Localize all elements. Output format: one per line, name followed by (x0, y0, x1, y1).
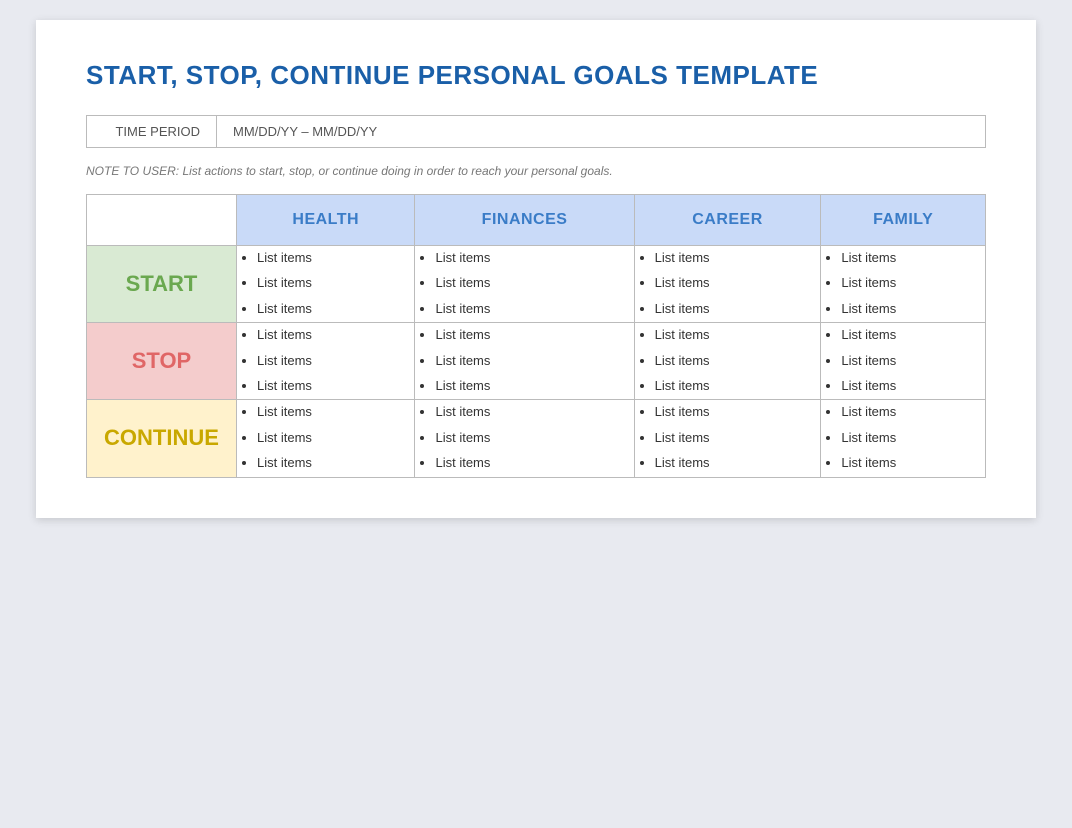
list-item: List items (435, 374, 633, 397)
list-item: List items (435, 297, 633, 320)
list-item: List items (841, 297, 985, 320)
list-start-3: List itemsList itemsList items (821, 246, 985, 320)
list-item: List items (655, 451, 821, 474)
list-item: List items (841, 374, 985, 397)
list-item: List items (655, 400, 821, 423)
list-item: List items (257, 297, 414, 320)
list-start-0: List itemsList itemsList items (237, 246, 414, 320)
list-item: List items (841, 246, 985, 269)
page-container: START, STOP, CONTINUE PERSONAL GOALS TEM… (36, 20, 1036, 518)
list-start-2: List itemsList itemsList items (635, 246, 821, 320)
list-item: List items (257, 451, 414, 474)
list-continue-0: List itemsList itemsList items (237, 400, 414, 474)
list-item: List items (655, 349, 821, 372)
goals-table: HEALTH FINANCES CAREER FAMILY STARTList … (86, 194, 986, 478)
list-item: List items (257, 323, 414, 346)
data-cell-continue-2[interactable]: List itemsList itemsList items (634, 400, 821, 477)
header-finances: FINANCES (415, 195, 634, 246)
table-row-stop: STOPList itemsList itemsList itemsList i… (87, 323, 986, 400)
page-title: START, STOP, CONTINUE PERSONAL GOALS TEM… (86, 60, 986, 91)
row-label-stop: STOP (87, 323, 237, 400)
data-cell-stop-1[interactable]: List itemsList itemsList items (415, 323, 634, 400)
time-period-row: TIME PERIOD MM/DD/YY – MM/DD/YY (86, 115, 986, 148)
table-row-start: STARTList itemsList itemsList itemsList … (87, 246, 986, 323)
data-cell-continue-1[interactable]: List itemsList itemsList items (415, 400, 634, 477)
data-cell-start-0[interactable]: List itemsList itemsList items (237, 246, 415, 323)
data-cell-stop-2[interactable]: List itemsList itemsList items (634, 323, 821, 400)
list-item: List items (655, 426, 821, 449)
list-item: List items (257, 246, 414, 269)
list-item: List items (435, 400, 633, 423)
list-item: List items (435, 271, 633, 294)
list-stop-2: List itemsList itemsList items (635, 323, 821, 397)
list-stop-1: List itemsList itemsList items (415, 323, 633, 397)
list-item: List items (841, 451, 985, 474)
list-item: List items (841, 323, 985, 346)
list-item: List items (655, 297, 821, 320)
note-text: NOTE TO USER: List actions to start, sto… (86, 164, 986, 178)
time-period-label: TIME PERIOD (87, 116, 217, 147)
list-item: List items (257, 400, 414, 423)
list-item: List items (257, 426, 414, 449)
data-cell-continue-0[interactable]: List itemsList itemsList items (237, 400, 415, 477)
row-label-start: START (87, 246, 237, 323)
data-cell-start-3[interactable]: List itemsList itemsList items (821, 246, 986, 323)
header-family: FAMILY (821, 195, 986, 246)
data-cell-start-2[interactable]: List itemsList itemsList items (634, 246, 821, 323)
list-stop-3: List itemsList itemsList items (821, 323, 985, 397)
data-cell-continue-3[interactable]: List itemsList itemsList items (821, 400, 986, 477)
list-item: List items (435, 349, 633, 372)
header-health: HEALTH (237, 195, 415, 246)
list-item: List items (257, 349, 414, 372)
row-label-continue: CONTINUE (87, 400, 237, 477)
list-item: List items (841, 349, 985, 372)
list-item: List items (841, 426, 985, 449)
time-period-value[interactable]: MM/DD/YY – MM/DD/YY (217, 116, 985, 147)
list-item: List items (435, 426, 633, 449)
list-item: List items (435, 246, 633, 269)
list-item: List items (435, 451, 633, 474)
list-stop-0: List itemsList itemsList items (237, 323, 414, 397)
list-start-1: List itemsList itemsList items (415, 246, 633, 320)
data-cell-start-1[interactable]: List itemsList itemsList items (415, 246, 634, 323)
list-item: List items (655, 323, 821, 346)
list-continue-2: List itemsList itemsList items (635, 400, 821, 474)
list-item: List items (435, 323, 633, 346)
list-item: List items (655, 271, 821, 294)
header-career: CAREER (634, 195, 821, 246)
data-cell-stop-3[interactable]: List itemsList itemsList items (821, 323, 986, 400)
list-continue-3: List itemsList itemsList items (821, 400, 985, 474)
data-cell-stop-0[interactable]: List itemsList itemsList items (237, 323, 415, 400)
header-row: HEALTH FINANCES CAREER FAMILY (87, 195, 986, 246)
list-item: List items (655, 246, 821, 269)
list-item: List items (841, 271, 985, 294)
list-item: List items (841, 400, 985, 423)
empty-header-cell (87, 195, 237, 246)
list-continue-1: List itemsList itemsList items (415, 400, 633, 474)
list-item: List items (257, 374, 414, 397)
table-row-continue: CONTINUEList itemsList itemsList itemsLi… (87, 400, 986, 477)
list-item: List items (655, 374, 821, 397)
list-item: List items (257, 271, 414, 294)
